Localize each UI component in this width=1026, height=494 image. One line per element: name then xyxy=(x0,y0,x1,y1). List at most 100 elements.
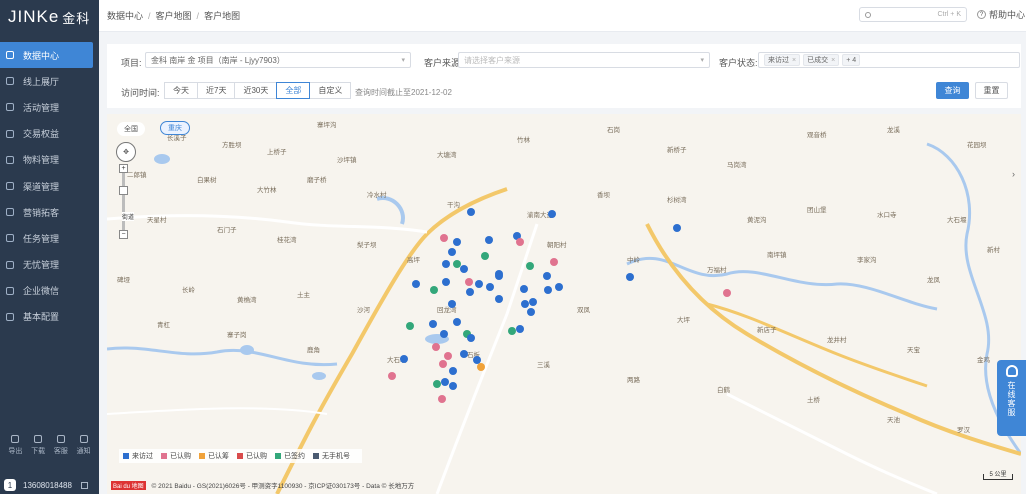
customer-marker[interactable] xyxy=(527,308,535,316)
map-pan-control[interactable]: ✥ xyxy=(116,142,136,162)
customer-marker[interactable] xyxy=(481,252,489,260)
customer-marker[interactable] xyxy=(485,236,493,244)
customer-marker[interactable] xyxy=(626,273,634,281)
customer-marker[interactable] xyxy=(543,272,551,280)
customer-marker[interactable] xyxy=(526,262,534,270)
map-tab-national[interactable]: 全国 xyxy=(117,122,145,136)
support-tool[interactable]: 客服 xyxy=(54,435,68,456)
customer-marker[interactable] xyxy=(486,283,494,291)
legend-item[interactable]: 来访过 xyxy=(123,451,153,461)
customer-marker[interactable] xyxy=(441,378,449,386)
map-tab-chongqing[interactable]: 重庆 xyxy=(160,121,190,135)
export-tool[interactable]: 导出 xyxy=(8,435,22,456)
customer-marker[interactable] xyxy=(388,372,396,380)
source-select[interactable]: 请选择客户来源 ▾ xyxy=(458,52,710,68)
close-icon[interactable]: × xyxy=(831,57,835,64)
customer-marker[interactable] xyxy=(440,330,448,338)
sidebar-item-data-center[interactable]: 数据中心 xyxy=(0,42,93,69)
logout-icon[interactable] xyxy=(80,481,88,489)
customer-marker[interactable] xyxy=(430,286,438,294)
logo[interactable]: JINKe 金科 xyxy=(0,0,99,34)
project-select[interactable]: 金科 南岸 金 项目（南岸 - Ljyy7903） ▾ xyxy=(145,52,411,68)
customer-marker[interactable] xyxy=(442,278,450,286)
customer-marker[interactable] xyxy=(467,334,475,342)
status-select[interactable]: 来访过 × 已成交 × + 4 xyxy=(758,52,1020,68)
customer-marker[interactable] xyxy=(448,248,456,256)
customer-map[interactable]: 寨坪沟 长溪子 方胜坝 上桥子 沙坪镇 大塘湾 竹林 石岗 新桥子 马岗湾 观音桥 龙溪 花园坝 二郎镇白… xyxy=(107,114,1021,494)
sidebar-item-channels[interactable]: 渠道管理 xyxy=(0,173,99,199)
customer-marker[interactable] xyxy=(544,286,552,294)
customer-marker[interactable] xyxy=(495,295,503,303)
customer-marker[interactable] xyxy=(453,318,461,326)
sidebar-item-materials[interactable]: 物料管理 xyxy=(0,147,99,173)
customer-marker[interactable] xyxy=(548,210,556,218)
customer-marker[interactable] xyxy=(453,238,461,246)
customer-marker[interactable] xyxy=(520,285,528,293)
customer-marker[interactable] xyxy=(516,238,524,246)
customer-marker[interactable] xyxy=(723,289,731,297)
customer-marker[interactable] xyxy=(432,343,440,351)
help-center-link[interactable]: ? 帮助中心 xyxy=(977,8,1025,21)
time-option-all[interactable]: 全部 xyxy=(276,82,311,99)
breadcrumb-item[interactable]: 数据中心 xyxy=(107,9,143,22)
customer-marker[interactable] xyxy=(550,258,558,266)
customer-marker[interactable] xyxy=(467,208,475,216)
sidebar-item-marketing[interactable]: 营销拓客 xyxy=(0,199,99,225)
customer-marker[interactable] xyxy=(448,300,456,308)
legend-item[interactable]: 已认筹 xyxy=(199,451,229,461)
status-tag[interactable]: 已成交 × xyxy=(803,54,840,66)
customer-marker[interactable] xyxy=(438,395,446,403)
sidebar-item-worry-free[interactable]: 无忧管理 xyxy=(0,252,99,278)
customer-marker[interactable] xyxy=(529,298,537,306)
customer-marker[interactable] xyxy=(508,327,516,335)
download-tool[interactable]: 下载 xyxy=(31,435,45,456)
customer-marker[interactable] xyxy=(429,320,437,328)
customer-marker[interactable] xyxy=(433,380,441,388)
time-option-custom[interactable]: 自定义 xyxy=(309,82,352,99)
legend-item[interactable]: 已认购 xyxy=(161,451,191,461)
user-bar[interactable]: 1 13608018488 xyxy=(0,476,99,494)
close-icon[interactable]: × xyxy=(792,57,796,64)
time-option-7d[interactable]: 近7天 xyxy=(197,82,236,99)
legend-item[interactable]: 已认购 xyxy=(237,451,267,461)
customer-marker[interactable] xyxy=(439,360,447,368)
time-option-today[interactable]: 今天 xyxy=(164,82,198,99)
legend-item[interactable]: 已签约 xyxy=(275,451,305,461)
time-option-30d[interactable]: 近30天 xyxy=(234,82,278,99)
breadcrumb-item[interactable]: 客户地图 xyxy=(156,9,192,22)
search-input[interactable]: Ctrl + K xyxy=(859,7,967,22)
customer-marker[interactable] xyxy=(473,356,481,364)
legend-item[interactable]: 无手机号 xyxy=(313,451,350,461)
customer-marker[interactable] xyxy=(440,234,448,242)
customer-marker[interactable] xyxy=(442,260,450,268)
sidebar-item-rights[interactable]: 交易权益 xyxy=(0,121,99,147)
customer-marker[interactable] xyxy=(412,280,420,288)
customer-marker[interactable] xyxy=(449,367,457,375)
customer-marker[interactable] xyxy=(406,322,414,330)
status-tag-more[interactable]: + 4 xyxy=(842,54,861,66)
chevron-right-icon[interactable]: › xyxy=(1012,169,1015,179)
customer-marker[interactable] xyxy=(453,260,461,268)
sidebar-item-showroom[interactable]: 线上展厅 xyxy=(0,68,99,94)
customer-marker[interactable] xyxy=(444,352,452,360)
customer-marker[interactable] xyxy=(449,382,457,390)
customer-marker[interactable] xyxy=(555,283,563,291)
reset-button[interactable]: 重置 xyxy=(975,82,1008,99)
customer-marker[interactable] xyxy=(477,363,485,371)
customer-marker[interactable] xyxy=(465,278,473,286)
customer-marker[interactable] xyxy=(516,325,524,333)
customer-marker[interactable] xyxy=(460,265,468,273)
online-service-button[interactable]: 在线客服 xyxy=(997,360,1026,436)
notice-tool[interactable]: 通知 xyxy=(77,435,91,456)
customer-marker[interactable] xyxy=(495,270,503,278)
customer-marker[interactable] xyxy=(466,288,474,296)
sidebar-item-activities[interactable]: 活动管理 xyxy=(0,94,99,120)
query-button[interactable]: 查询 xyxy=(936,82,969,99)
customer-marker[interactable] xyxy=(460,350,468,358)
status-tag[interactable]: 来访过 × xyxy=(764,54,801,66)
sidebar-item-wecom[interactable]: 企业微信 xyxy=(0,278,99,304)
zoom-out-button[interactable]: − xyxy=(119,230,128,239)
customer-marker[interactable] xyxy=(475,280,483,288)
customer-marker[interactable] xyxy=(521,300,529,308)
sidebar-item-tasks[interactable]: 任务管理 xyxy=(0,225,99,251)
